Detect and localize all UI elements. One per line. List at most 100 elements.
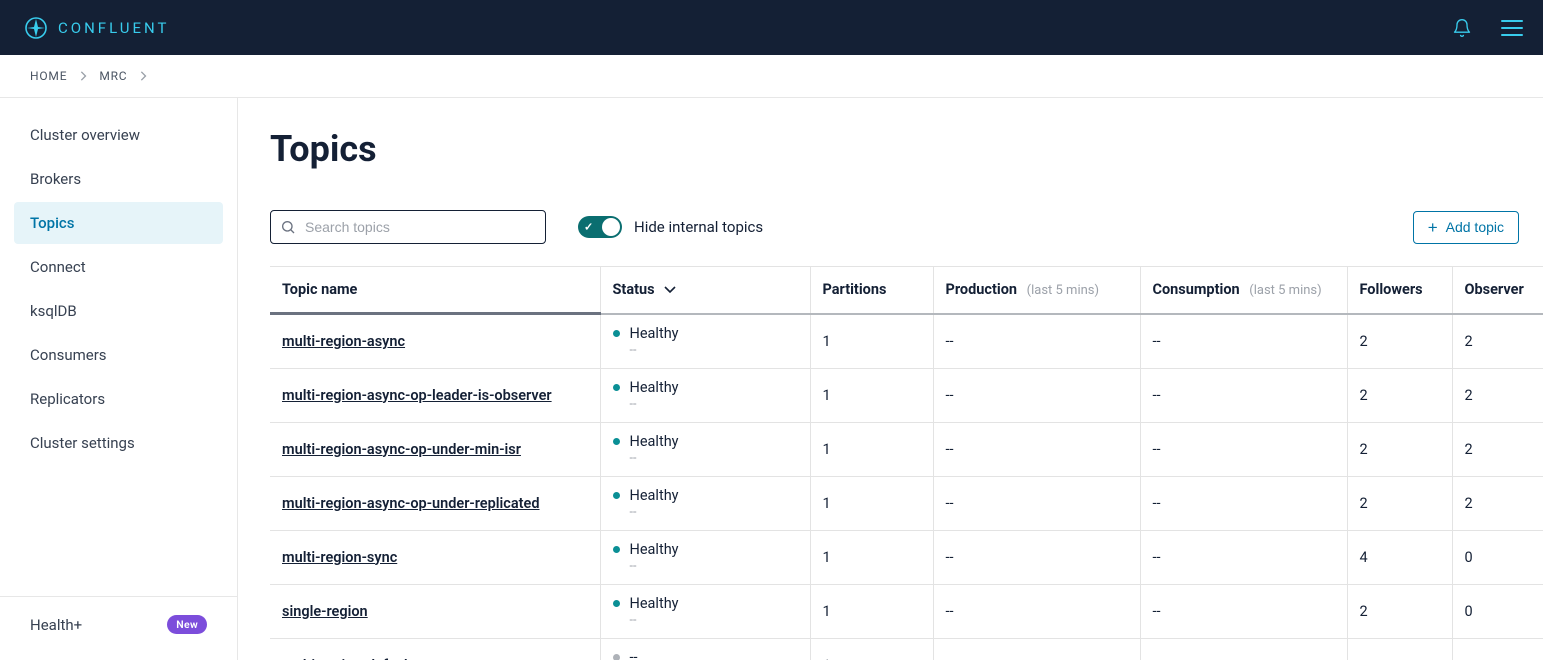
cell-partitions: 1 [810, 314, 933, 369]
main-content: Topics ✓ Hide internal topics + Add topi… [238, 98, 1543, 660]
cell-production: -- [933, 530, 1140, 584]
cell-followers: 2 [1347, 584, 1452, 638]
chevron-right-icon [139, 71, 147, 81]
brand-name: CONFLUENT [58, 19, 169, 37]
topic-link[interactable]: multi-region-async-op-leader-is-observer [282, 387, 552, 404]
status-dot-icon [613, 330, 620, 337]
status-dot-icon [613, 492, 620, 499]
th-topic-name[interactable]: Topic name [270, 267, 600, 314]
new-badge: New [167, 615, 207, 634]
cell-observers: 2 [1452, 314, 1543, 369]
cell-partitions: 1 [810, 584, 933, 638]
sidebar-item-connect[interactable]: Connect [14, 246, 223, 288]
toolbar: ✓ Hide internal topics + Add topic [270, 210, 1543, 244]
breadcrumb-mrc[interactable]: MRC [99, 69, 127, 83]
page-title: Topics [270, 128, 1543, 170]
brand-logo[interactable]: CONFLUENT [24, 16, 169, 40]
sidebar-list: Cluster overview Brokers Topics Connect … [0, 114, 237, 466]
toggle-pill: ✓ [578, 216, 622, 238]
cell-observers: 2 [1452, 476, 1543, 530]
confluent-logo-icon [24, 16, 48, 40]
status-text: -- [630, 649, 638, 660]
status-sub: -- [630, 343, 798, 358]
table-row: multi-region-async-op-under-replicated He… [270, 476, 1543, 530]
search-icon [280, 219, 296, 235]
topic-link[interactable]: multi-region-default [282, 657, 413, 660]
cell-production: -- [933, 476, 1140, 530]
cell-consumption: -- [1140, 368, 1347, 422]
th-consumption[interactable]: Consumption (last 5 mins) [1140, 267, 1347, 314]
plus-icon: + [1428, 219, 1438, 236]
menu-icon[interactable] [1501, 20, 1523, 36]
th-observers[interactable]: Observer [1452, 267, 1543, 314]
sidebar-item-brokers[interactable]: Brokers [14, 158, 223, 200]
th-production[interactable]: Production (last 5 mins) [933, 267, 1140, 314]
status-sub: -- [630, 505, 798, 520]
sidebar-item-replicators[interactable]: Replicators [14, 378, 223, 420]
sidebar-item-cluster-settings[interactable]: Cluster settings [14, 422, 223, 464]
notifications-icon[interactable] [1451, 17, 1473, 39]
sidebar-health-label: Health+ [30, 616, 82, 634]
table-row: multi-region-async-op-under-min-isr Healt… [270, 422, 1543, 476]
sidebar: Cluster overview Brokers Topics Connect … [0, 98, 238, 660]
status-sub: -- [630, 559, 798, 574]
add-topic-label: Add topic [1446, 219, 1504, 235]
sidebar-item-consumers[interactable]: Consumers [14, 334, 223, 376]
cell-observers: 0 [1452, 530, 1543, 584]
topics-table-wrap: Topic name Status Partitions Production … [270, 266, 1543, 660]
topic-link[interactable]: multi-region-async [282, 333, 405, 350]
top-nav: CONFLUENT [0, 0, 1543, 55]
cell-production: -- [933, 584, 1140, 638]
check-icon: ✓ [584, 221, 593, 234]
sidebar-item-health[interactable]: Health+ New [0, 596, 237, 660]
chevron-down-icon [664, 285, 676, 295]
status-dot-icon [613, 546, 620, 553]
cell-followers: 4 [1347, 530, 1452, 584]
cell-partitions: 1 [810, 476, 933, 530]
toggle-label: Hide internal topics [634, 218, 763, 236]
status-dot-icon [613, 600, 620, 607]
cell-consumption: -- [1140, 476, 1347, 530]
cell-production: -- [933, 314, 1140, 369]
search-input[interactable] [270, 210, 546, 244]
status-text: Healthy [630, 487, 679, 504]
sidebar-item-cluster-overview[interactable]: Cluster overview [14, 114, 223, 156]
chevron-right-icon [79, 71, 87, 81]
status-text: Healthy [630, 541, 679, 558]
nav-right [1451, 17, 1523, 39]
cell-partitions: 1 [810, 422, 933, 476]
topic-link[interactable]: single-region [282, 603, 368, 620]
status-sub: -- [630, 451, 798, 466]
th-followers[interactable]: Followers [1347, 267, 1452, 314]
topic-link[interactable]: multi-region-async-op-under-replicated [282, 495, 540, 512]
status-sub: -- [630, 397, 798, 412]
sidebar-item-ksqldb[interactable]: ksqlDB [14, 290, 223, 332]
cell-followers: 2 [1347, 314, 1452, 369]
topics-table: Topic name Status Partitions Production … [270, 266, 1543, 660]
sidebar-item-topics[interactable]: Topics [14, 202, 223, 244]
topic-link[interactable]: multi-region-async-op-under-min-isr [282, 441, 521, 458]
add-topic-button[interactable]: + Add topic [1413, 211, 1519, 244]
cell-partitions: 1 [810, 368, 933, 422]
th-status[interactable]: Status [600, 267, 810, 314]
cell-production: -- [933, 422, 1140, 476]
table-row: single-regionHealthy--1----20 [270, 584, 1543, 638]
table-row: multi-region-syncHealthy--1----40 [270, 530, 1543, 584]
cell-consumption: -- [1140, 422, 1347, 476]
cell-consumption: -- [1140, 314, 1347, 369]
search-wrap [270, 210, 546, 244]
breadcrumb: HOME MRC [0, 55, 1543, 98]
hide-internal-toggle[interactable]: ✓ Hide internal topics [578, 216, 763, 238]
th-partitions[interactable]: Partitions [810, 267, 933, 314]
status-text: Healthy [630, 595, 679, 612]
breadcrumb-home[interactable]: HOME [30, 69, 67, 83]
layout: Cluster overview Brokers Topics Connect … [0, 98, 1543, 660]
status-text: Healthy [630, 433, 679, 450]
cell-partitions: 1 [810, 530, 933, 584]
cell-consumption: -- [1140, 530, 1347, 584]
cell-followers: 2 [1347, 476, 1452, 530]
cell-consumption: -- [1140, 584, 1347, 638]
topic-link[interactable]: multi-region-sync [282, 549, 397, 566]
status-dot-icon [613, 384, 620, 391]
cell-observers: 0 [1452, 584, 1543, 638]
